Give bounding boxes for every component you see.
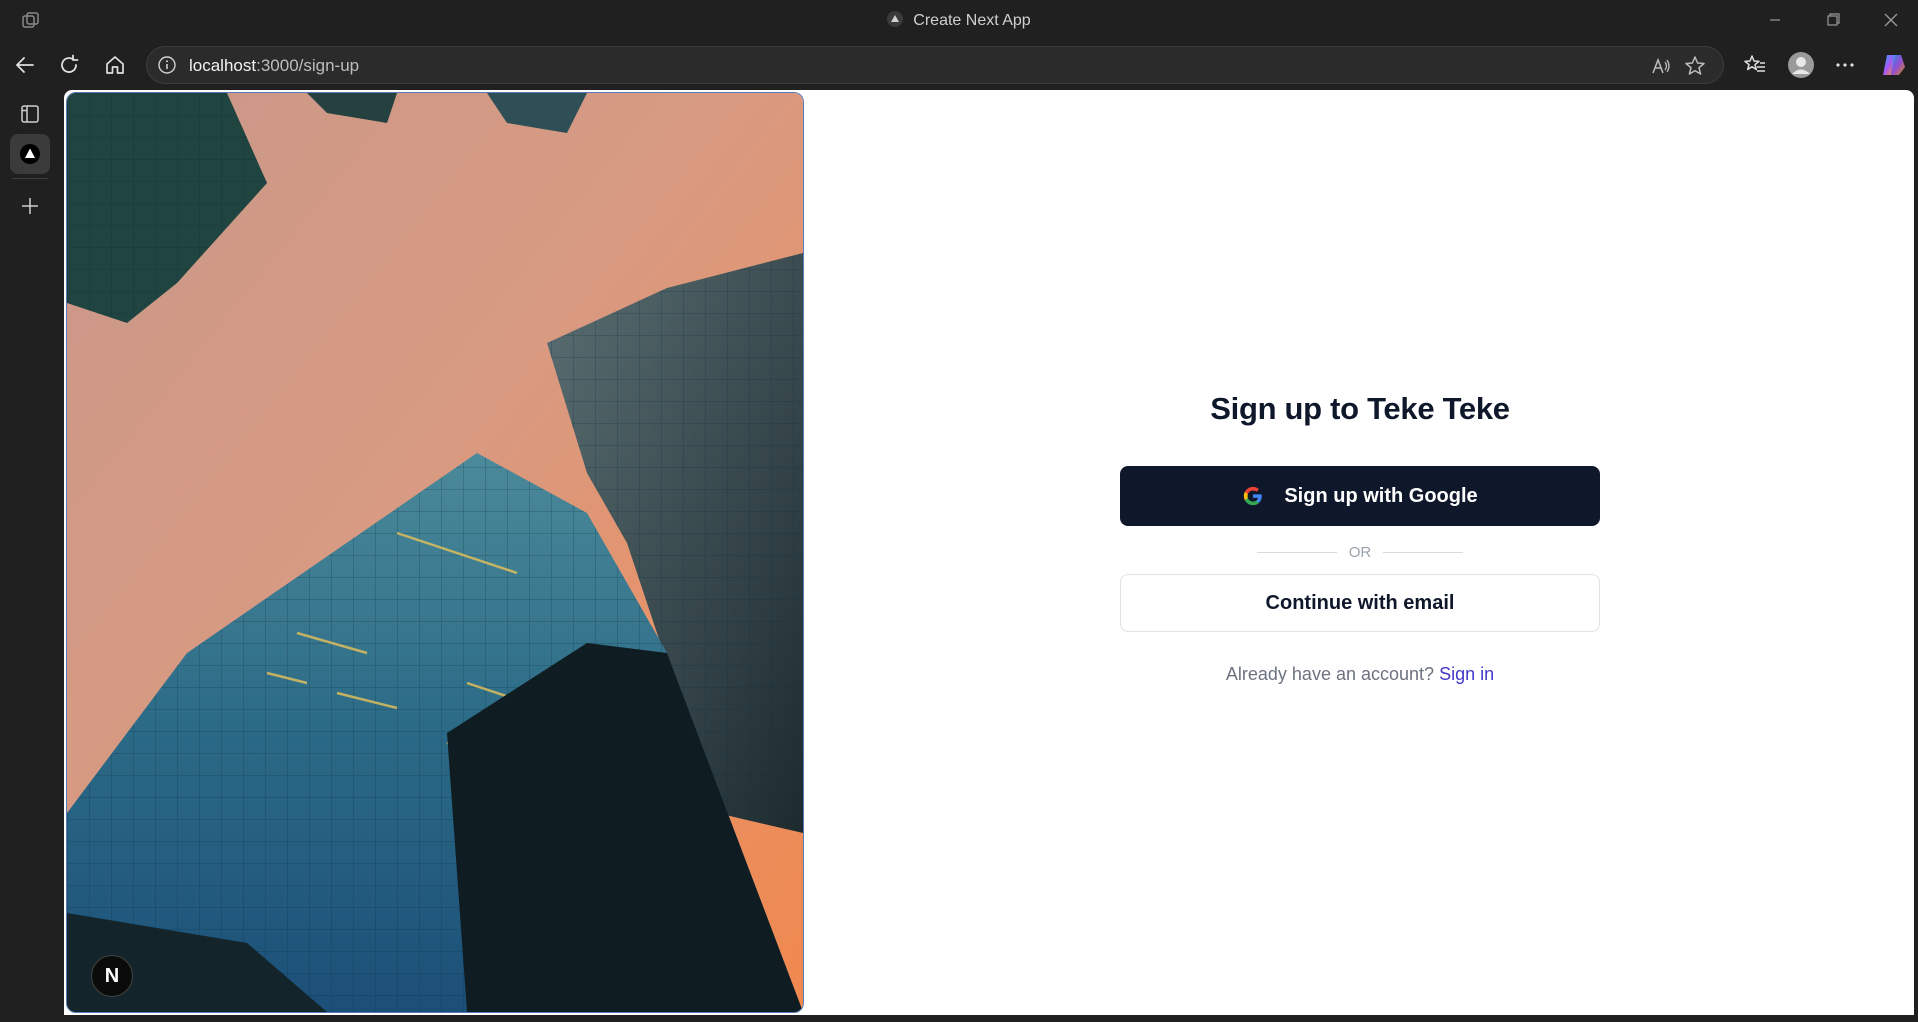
url-path: :3000/sign-up	[256, 56, 360, 75]
home-icon[interactable]	[100, 50, 130, 80]
refresh-icon[interactable]	[54, 50, 84, 80]
url-host: localhost	[189, 56, 257, 75]
window-title: Create Next App	[0, 11, 1918, 30]
close-icon[interactable]	[1876, 8, 1906, 32]
continue-email-button[interactable]: Continue with email	[1120, 574, 1600, 632]
new-tab-icon[interactable]	[14, 190, 46, 222]
active-tab-icon[interactable]	[10, 134, 50, 174]
site-info-icon[interactable]	[157, 55, 177, 75]
favorite-star-icon[interactable]	[1683, 54, 1707, 78]
favorites-icon[interactable]	[1740, 50, 1770, 80]
nextjs-tab-icon	[887, 11, 904, 27]
vertical-tabs-sidebar	[0, 90, 60, 1022]
address-bar[interactable]: localhost:3000/sign-up	[146, 46, 1724, 84]
page-title: Sign up to Teke Teke	[1210, 391, 1510, 426]
google-icon	[1244, 486, 1263, 506]
sidebar-divider	[12, 178, 48, 179]
tab-actions-icon[interactable]	[14, 98, 46, 130]
signin-prompt-text: Already have an account?	[1225, 664, 1435, 684]
more-icon[interactable]	[1830, 50, 1860, 80]
nextjs-dev-badge[interactable]: N	[91, 955, 133, 997]
divider-text: OR	[1348, 543, 1372, 561]
minimize-icon[interactable]	[1760, 8, 1790, 32]
browser-toolbar: localhost:3000/sign-up	[0, 40, 1918, 90]
window-title-text: Create Next App	[913, 12, 1031, 29]
url-text[interactable]: localhost:3000/sign-up	[189, 56, 359, 76]
read-aloud-icon[interactable]	[1649, 54, 1673, 78]
page-viewport: N Sign up to Teke Teke Sign up with Goog…	[64, 90, 1914, 1015]
back-icon[interactable]	[10, 50, 40, 80]
divider-line-left	[1256, 551, 1337, 553]
title-bar: Create Next App	[0, 0, 1918, 40]
profile-icon[interactable]	[1786, 50, 1816, 80]
hero-building-image: N	[66, 92, 804, 1013]
copilot-icon[interactable]	[1878, 50, 1908, 80]
badge-letter: N	[104, 964, 120, 987]
google-signup-button[interactable]: Sign up with Google	[1120, 466, 1600, 526]
or-divider: OR	[1120, 540, 1600, 564]
divider-line-right	[1383, 551, 1464, 553]
continue-email-label: Continue with email	[1265, 591, 1455, 614]
google-signup-label: Sign up with Google	[1284, 484, 1478, 507]
signin-prompt-row: Already have an account? Sign in	[1120, 664, 1600, 685]
signup-form: Sign up to Teke Teke Sign up with Google…	[1120, 390, 1600, 685]
restore-icon[interactable]	[1818, 8, 1848, 32]
signin-link[interactable]: Sign in	[1439, 664, 1494, 684]
